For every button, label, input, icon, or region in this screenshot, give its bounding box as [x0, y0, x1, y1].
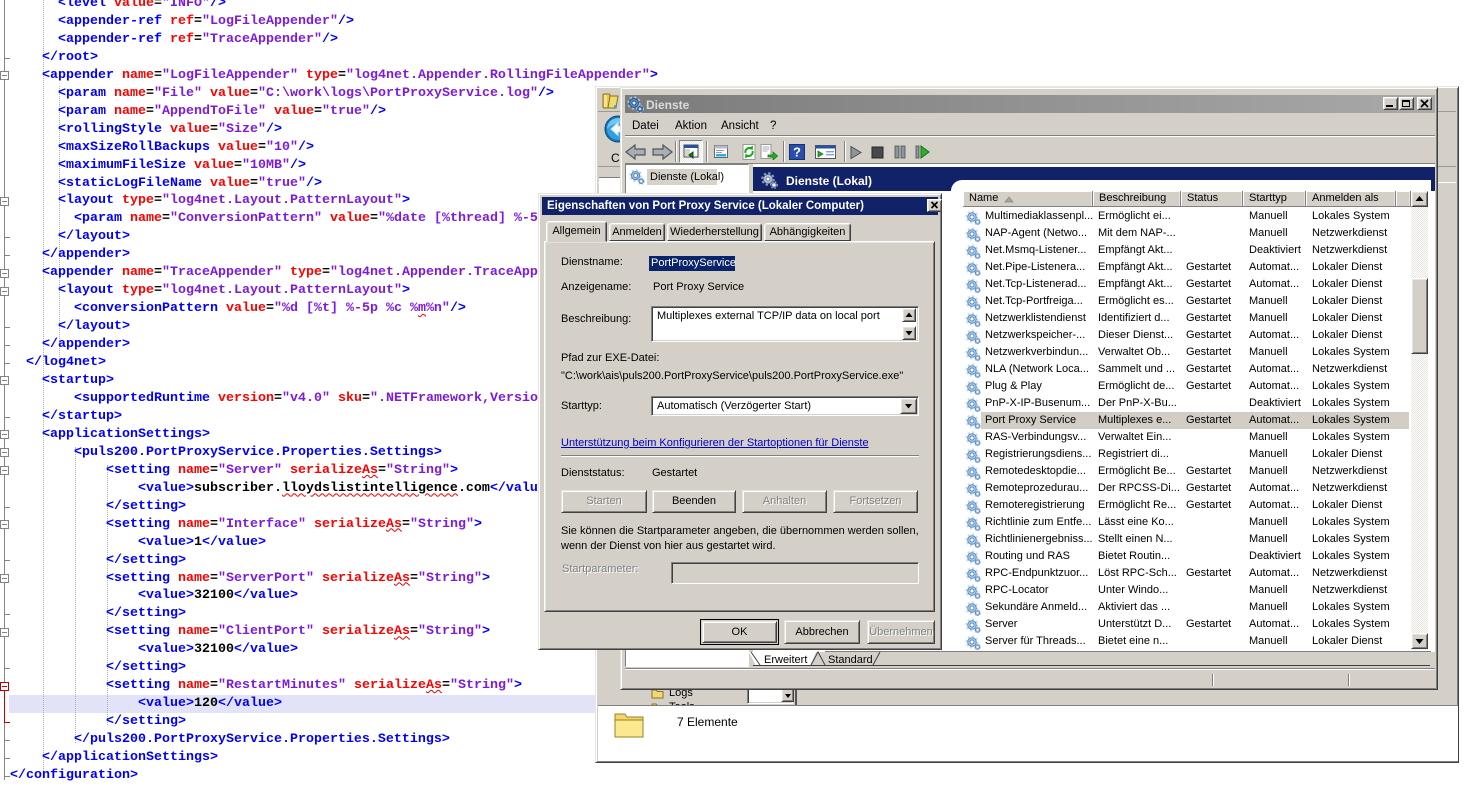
svg-text:?: ?	[793, 145, 801, 160]
